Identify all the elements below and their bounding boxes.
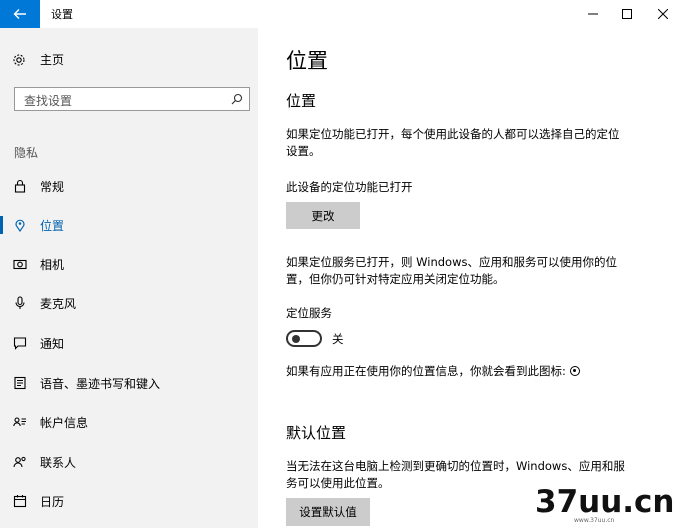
sidebar-item-label: 联系人 (40, 455, 77, 470)
search-input[interactable]: 查找设置 (14, 87, 250, 111)
sidebar-item-calendar[interactable]: 日历 (0, 482, 258, 520)
home-link[interactable]: 主页 (12, 51, 64, 68)
in-use-info: 如果有应用正在使用你的位置信息，你就会看到此图标: (286, 363, 666, 380)
sidebar-item-label: 常规 (40, 179, 65, 194)
close-button[interactable] (646, 0, 680, 28)
sidebar-item-account-info[interactable]: 帐户信息 (0, 403, 258, 441)
in-use-text: 如果有应用正在使用你的位置信息，你就会看到此图标: (286, 364, 566, 378)
back-arrow-icon (13, 9, 26, 19)
lock-icon (12, 178, 28, 194)
microphone-icon (12, 295, 28, 311)
home-label: 主页 (40, 53, 65, 67)
section-title-default-location: 默认位置 (286, 424, 347, 442)
set-default-button[interactable]: 设置默认值 (286, 498, 370, 526)
camera-icon (12, 256, 28, 272)
location-service-description-line2: 置，但你仍可针对特定应用关闭定位功能。 (286, 272, 505, 286)
section-label-privacy: 隐私 (14, 146, 39, 160)
sidebar-item-label: 麦克风 (40, 296, 77, 311)
location-service-description: 如果定位服务已打开，则 Windows、应用和服务可以使用你的位 置，但你仍可针… (286, 254, 656, 288)
search-placeholder: 查找设置 (24, 94, 73, 108)
location-in-use-icon (569, 366, 580, 376)
close-icon (658, 9, 668, 19)
active-indicator (0, 216, 3, 234)
location-service-toggle[interactable] (286, 330, 322, 347)
sidebar-item-label: 通知 (40, 336, 65, 351)
location-service-description-line1: 如果定位服务已打开，则 Windows、应用和服务可以使用你的位 (286, 255, 617, 269)
location-pin-icon (12, 217, 28, 233)
sidebar-item-notifications[interactable]: 通知 (0, 324, 258, 362)
contacts-icon (12, 454, 28, 470)
watermark-url: www.37uu.cn (574, 517, 615, 524)
inking-icon (12, 375, 28, 391)
minimize-icon (588, 13, 598, 15)
device-location-status: 此设备的定位功能已打开 (286, 180, 413, 194)
maximize-button[interactable] (610, 0, 644, 28)
sidebar-item-microphone[interactable]: 麦克风 (0, 284, 258, 322)
watermark-logo: 37uu.cn (535, 484, 675, 520)
search-icon (231, 93, 243, 105)
change-button[interactable]: 更改 (286, 202, 360, 229)
window-title: 设置 (51, 8, 73, 21)
toggle-state-label: 关 (332, 332, 344, 346)
default-location-description-line1: 当无法在这台电脑上检测到更确切的位置时，Windows、应用和服 (286, 459, 625, 473)
location-description-line1: 如果定位功能已打开，每个使用此设备的人都可以选择自己的定位 (286, 127, 620, 141)
calendar-icon (12, 493, 28, 509)
sidebar-item-label: 日历 (40, 494, 65, 509)
title-bar: 设置 (0, 0, 685, 28)
sidebar-item-general[interactable]: 常规 (0, 167, 258, 205)
sidebar-item-location[interactable]: 位置 (0, 206, 258, 244)
sidebar-item-label: 位置 (40, 218, 65, 233)
sidebar: 主页 查找设置 隐私 常规 位置 相机 麦克风 通知 语音、墨迹书写和键入 帐户… (0, 28, 258, 528)
minimize-button[interactable] (576, 0, 610, 28)
main-content: 位置 位置 如果定位功能已打开，每个使用此设备的人都可以选择自己的定位 设置。 … (258, 28, 685, 528)
maximize-icon (622, 9, 632, 19)
location-description: 如果定位功能已打开，每个使用此设备的人都可以选择自己的定位 设置。 (286, 126, 656, 160)
sidebar-item-label: 帐户信息 (40, 415, 89, 430)
sidebar-item-label: 相机 (40, 257, 65, 272)
location-service-label: 定位服务 (286, 306, 332, 320)
sidebar-item-contacts[interactable]: 联系人 (0, 443, 258, 481)
sidebar-item-speech-inking[interactable]: 语音、墨迹书写和键入 (0, 364, 258, 402)
notification-icon (12, 335, 28, 351)
toggle-knob (292, 334, 300, 343)
sidebar-item-label: 语音、墨迹书写和键入 (40, 376, 161, 391)
section-title-location: 位置 (286, 92, 317, 110)
back-button[interactable] (0, 0, 40, 28)
account-info-icon (12, 414, 28, 430)
location-description-line2: 设置。 (286, 144, 321, 158)
gear-icon (13, 53, 25, 66)
page-title: 位置 (286, 49, 328, 73)
sidebar-item-camera[interactable]: 相机 (0, 245, 258, 283)
